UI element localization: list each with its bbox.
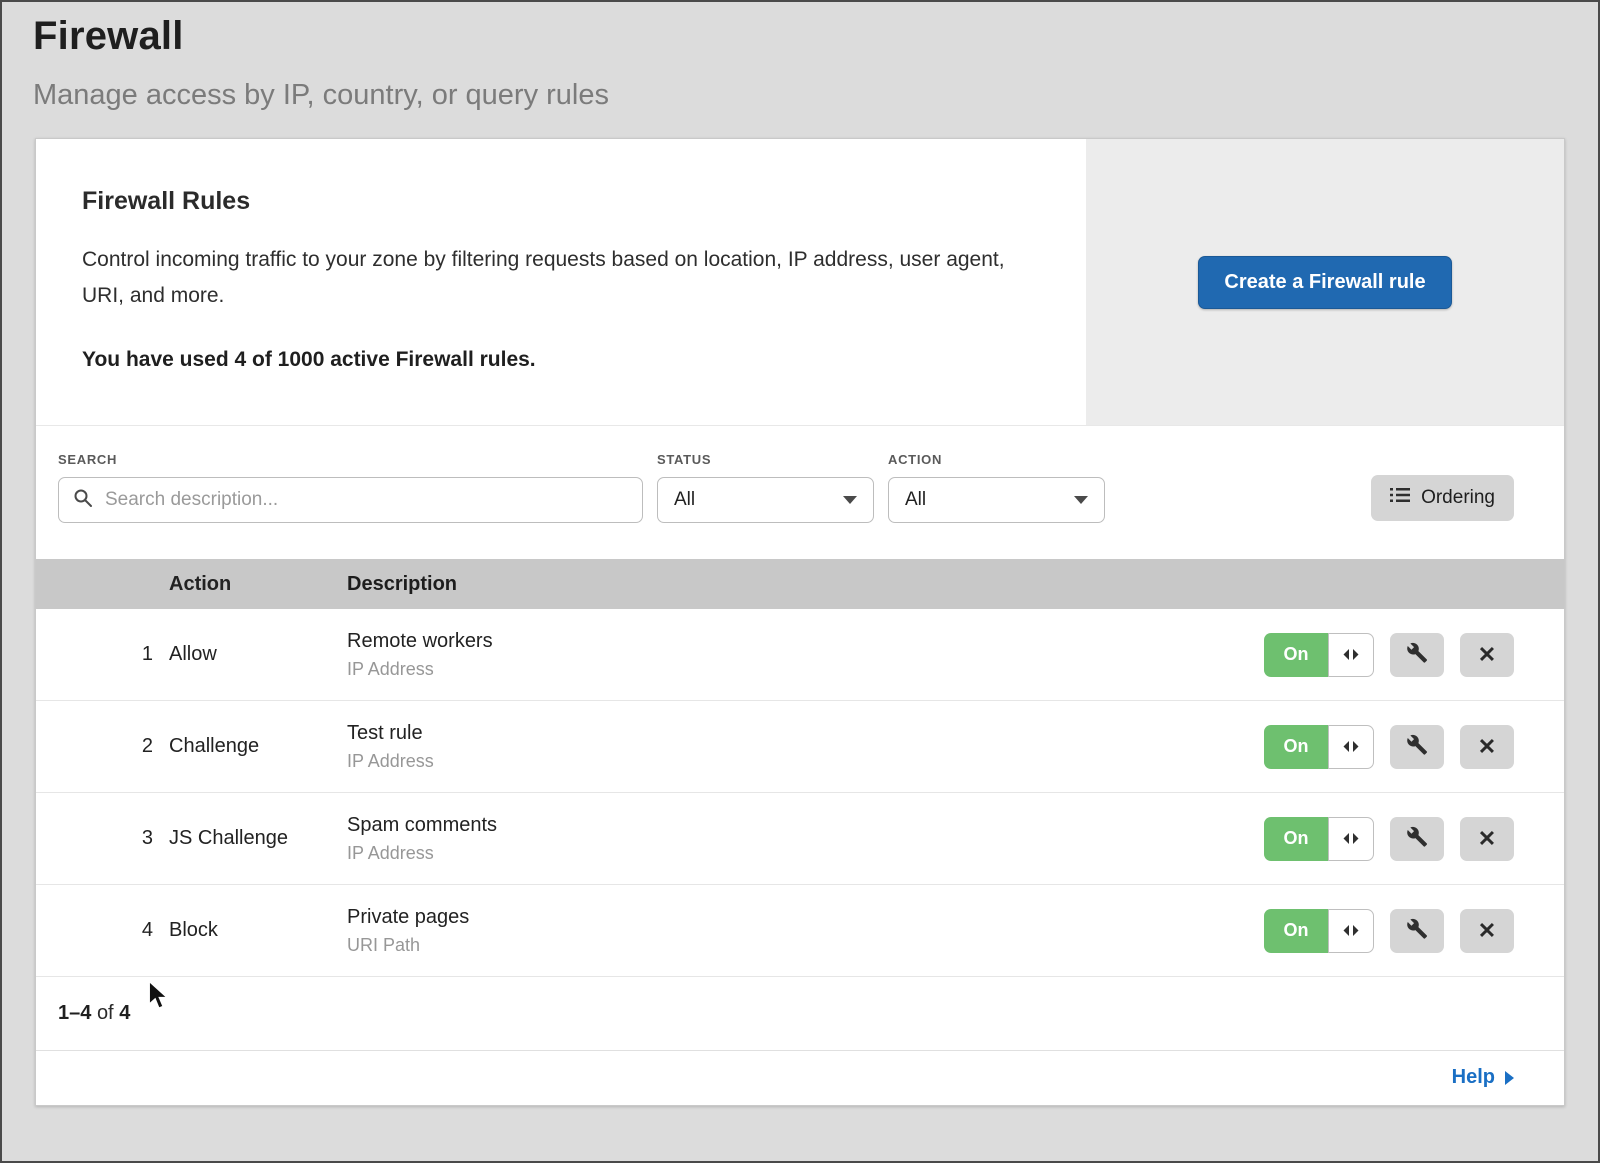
close-icon: ✕	[1478, 920, 1496, 942]
rule-description: Private pages	[347, 906, 1234, 929]
delete-rule-button[interactable]: ✕	[1460, 909, 1514, 953]
wrench-icon	[1406, 826, 1428, 851]
ordering-button-label: Ordering	[1421, 487, 1495, 509]
help-link-label: Help	[1452, 1066, 1495, 1089]
pagination-of: of	[97, 1002, 114, 1024]
rule-action: Challenge	[169, 735, 347, 758]
section-heading: Firewall Rules	[82, 187, 1026, 216]
column-description: Description	[347, 573, 1234, 596]
delete-rule-button[interactable]: ✕	[1460, 633, 1514, 677]
pagination-range: 1–4	[58, 1002, 91, 1024]
toggle-handle-icon[interactable]	[1328, 909, 1374, 953]
ordering-button[interactable]: Ordering	[1371, 475, 1514, 521]
rule-type: URI Path	[347, 935, 1234, 956]
edit-rule-button[interactable]	[1390, 909, 1444, 953]
rule-type: IP Address	[347, 751, 1234, 772]
close-icon: ✕	[1478, 828, 1496, 850]
chevron-down-icon	[843, 496, 857, 504]
rule-type: IP Address	[347, 843, 1234, 864]
filters-bar: SEARCH STATUS All ACTION All	[36, 426, 1564, 559]
table-row: 1 Allow Remote workers IP Address On ✕	[36, 609, 1564, 701]
pagination: 1–4 of 4	[36, 977, 1564, 1051]
chevron-down-icon	[1074, 496, 1088, 504]
rule-toggle[interactable]: On	[1264, 633, 1374, 677]
toggle-on-label[interactable]: On	[1264, 817, 1328, 861]
table-row: 3 JS Challenge Spam comments IP Address …	[36, 793, 1564, 885]
section-description: Control incoming traffic to your zone by…	[82, 242, 1026, 314]
status-select[interactable]: All	[657, 477, 874, 523]
rule-toggle[interactable]: On	[1264, 725, 1374, 769]
rule-description: Spam comments	[347, 814, 1234, 837]
status-label: STATUS	[657, 452, 874, 467]
rule-controls: On ✕	[1234, 725, 1564, 769]
help-link[interactable]: Help	[1452, 1066, 1514, 1089]
page-subtitle: Manage access by IP, country, or query r…	[33, 79, 1567, 112]
delete-rule-button[interactable]: ✕	[1460, 817, 1514, 861]
delete-rule-button[interactable]: ✕	[1460, 725, 1514, 769]
action-select-value: All	[905, 489, 926, 511]
column-action: Action	[169, 573, 347, 596]
usage-text: You have used 4 of 1000 active Firewall …	[82, 348, 1026, 372]
firewall-card: Firewall Rules Control incoming traffic …	[35, 138, 1565, 1106]
rule-toggle[interactable]: On	[1264, 909, 1374, 953]
row-number: 3	[36, 827, 169, 850]
wrench-icon	[1406, 918, 1428, 943]
row-number: 2	[36, 735, 169, 758]
create-rule-panel: Create a Firewall rule	[1086, 139, 1564, 425]
page-title: Firewall	[33, 14, 1567, 59]
action-label: ACTION	[888, 452, 1105, 467]
wrench-icon	[1406, 642, 1428, 667]
toggle-handle-icon[interactable]	[1328, 633, 1374, 677]
search-filter: SEARCH	[58, 452, 643, 523]
intro-text: Firewall Rules Control incoming traffic …	[36, 139, 1086, 425]
edit-rule-button[interactable]	[1390, 817, 1444, 861]
row-number: 4	[36, 919, 169, 942]
table-row: 4 Block Private pages URI Path On ✕	[36, 885, 1564, 977]
rule-description-cell: Private pages URI Path	[347, 906, 1234, 956]
search-input[interactable]	[103, 488, 628, 512]
status-filter: STATUS All	[657, 452, 874, 523]
rule-toggle[interactable]: On	[1264, 817, 1374, 861]
rule-action: Block	[169, 919, 347, 942]
page-header: Firewall Manage access by IP, country, o…	[2, 2, 1598, 112]
rule-action: Allow	[169, 643, 347, 666]
wrench-icon	[1406, 734, 1428, 759]
toggle-on-label[interactable]: On	[1264, 725, 1328, 769]
search-box	[58, 477, 643, 523]
create-firewall-rule-button[interactable]: Create a Firewall rule	[1198, 256, 1451, 309]
search-label: SEARCH	[58, 452, 643, 467]
rule-description: Remote workers	[347, 630, 1234, 653]
edit-rule-button[interactable]	[1390, 725, 1444, 769]
rule-description-cell: Remote workers IP Address	[347, 630, 1234, 680]
intro-section: Firewall Rules Control incoming traffic …	[36, 139, 1564, 426]
toggle-on-label[interactable]: On	[1264, 909, 1328, 953]
table-row: 2 Challenge Test rule IP Address On ✕	[36, 701, 1564, 793]
help-row: Help	[36, 1051, 1564, 1105]
rule-controls: On ✕	[1234, 817, 1564, 861]
action-select[interactable]: All	[888, 477, 1105, 523]
search-icon	[73, 488, 93, 513]
ordered-list-icon	[1390, 487, 1410, 509]
rule-action: JS Challenge	[169, 827, 347, 850]
rule-controls: On ✕	[1234, 909, 1564, 953]
edit-rule-button[interactable]	[1390, 633, 1444, 677]
toggle-handle-icon[interactable]	[1328, 725, 1374, 769]
rule-description-cell: Spam comments IP Address	[347, 814, 1234, 864]
close-icon: ✕	[1478, 736, 1496, 758]
pagination-total: 4	[119, 1002, 130, 1024]
arrow-right-icon	[1505, 1071, 1514, 1085]
table-header: Action Description	[36, 559, 1564, 609]
rule-type: IP Address	[347, 659, 1234, 680]
close-icon: ✕	[1478, 644, 1496, 666]
rule-controls: On ✕	[1234, 633, 1564, 677]
toggle-handle-icon[interactable]	[1328, 817, 1374, 861]
status-select-value: All	[674, 489, 695, 511]
row-number: 1	[36, 643, 169, 666]
action-filter: ACTION All	[888, 452, 1105, 523]
rule-description: Test rule	[347, 722, 1234, 745]
toggle-on-label[interactable]: On	[1264, 633, 1328, 677]
rule-description-cell: Test rule IP Address	[347, 722, 1234, 772]
